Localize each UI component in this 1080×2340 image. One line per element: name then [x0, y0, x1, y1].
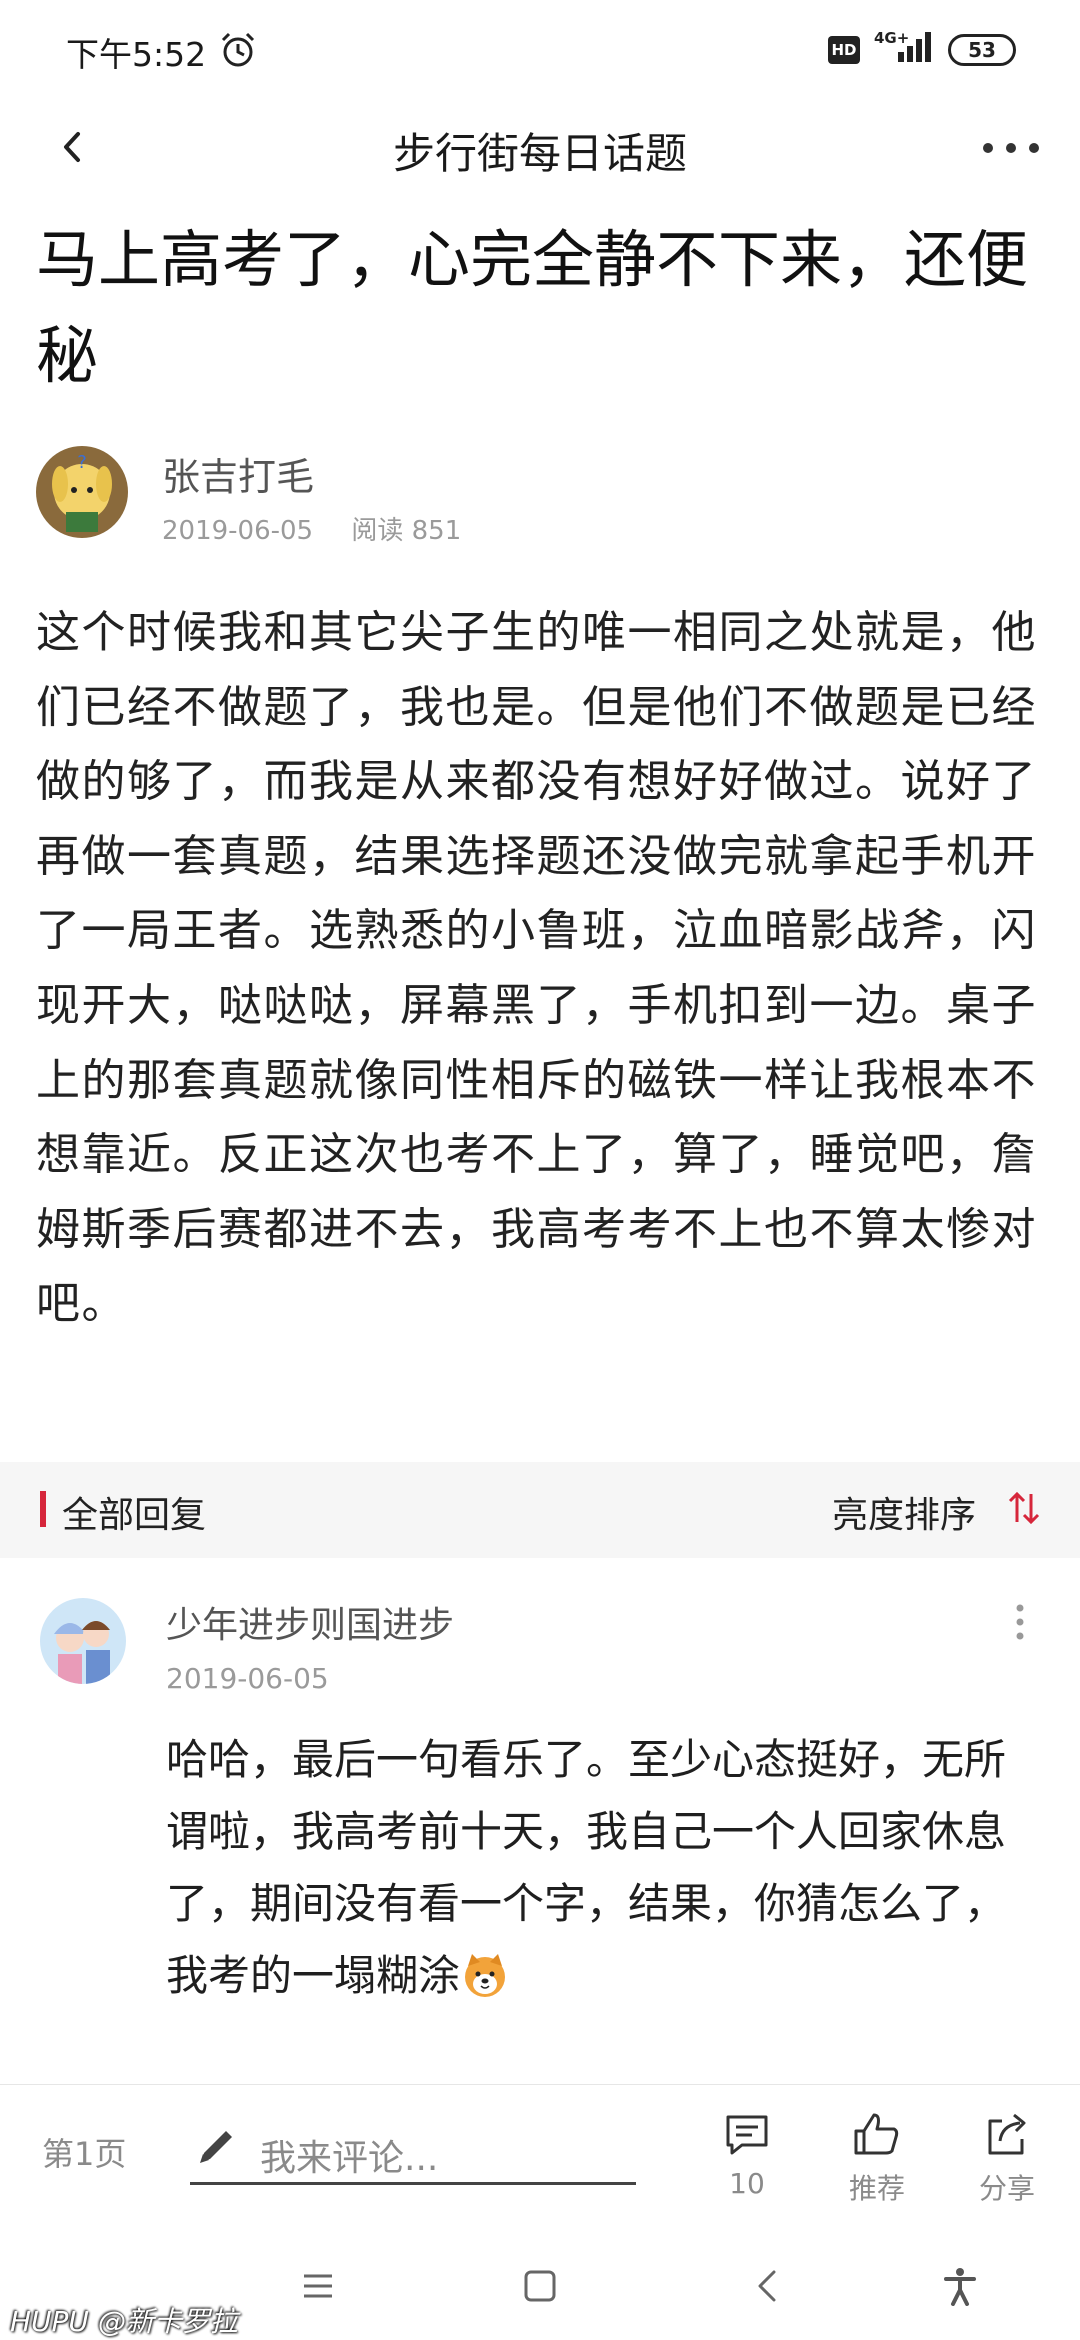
post-meta: 2019-06-05 阅读 851: [162, 510, 491, 547]
status-time: 下午5:52: [66, 35, 207, 74]
menu-icon[interactable]: [298, 2266, 338, 2306]
recommend-button[interactable]: 推荐: [832, 2107, 922, 2205]
post-title: 马上高考了，心完全静不下来，还便秘: [36, 223, 1029, 392]
comments-button[interactable]: 10: [702, 2107, 792, 2203]
more-icon[interactable]: [976, 128, 1046, 168]
share-label: 分享: [978, 2172, 1035, 2205]
accessibility-icon[interactable]: [940, 2266, 980, 2306]
bottom-action-bar: 第1页 我来评论... 10 推荐 分享: [0, 2084, 1080, 2210]
watermark: HUPU @新卡罗拉: [10, 2305, 238, 2338]
reply-username[interactable]: 少年进步则国进步: [166, 1596, 454, 1648]
reply-avatar[interactable]: [40, 1598, 126, 1684]
dog-emoji-icon: [465, 1954, 506, 1997]
share-button[interactable]: 分享: [962, 2107, 1052, 2205]
thumbs-up-icon: [854, 2113, 899, 2155]
nav-title: 步行街每日话题: [392, 129, 687, 178]
comments-count: 10: [729, 2167, 765, 2200]
author-name[interactable]: 张吉打毛: [162, 446, 314, 501]
comment-placeholder: 我来评论...: [260, 2138, 439, 2179]
reply-date: 2019-06-05: [166, 1662, 329, 1695]
battery-indicator: 53: [948, 34, 1016, 66]
comment-input[interactable]: 我来评论...: [190, 2113, 636, 2185]
signal-icon: [898, 32, 931, 62]
reply-text-content: 哈哈，最后一句看乐了。至少心态挺好，无所谓啦，我高考前十天，我自己一个人回家休息…: [166, 1735, 1007, 2000]
sort-icon[interactable]: [1004, 1488, 1044, 1528]
back-nav-icon[interactable]: [748, 2266, 788, 2306]
reply-more-icon[interactable]: [1008, 1600, 1032, 1644]
nav-bar: 步行街每日话题: [0, 100, 1080, 196]
comment-icon: [726, 2115, 768, 2155]
post-date: 2019-06-05: [162, 516, 314, 546]
sort-button[interactable]: 亮度排序: [832, 1486, 976, 1538]
page-indicator[interactable]: 第1页: [42, 2129, 126, 2175]
reply-text: 哈哈，最后一句看乐了。至少心态挺好，无所谓啦，我高考前十天，我自己一个人回家休息…: [166, 1724, 1046, 2012]
section-accent-bar: [40, 1491, 46, 1527]
replies-header: 全部回复 亮度排序: [0, 1462, 1080, 1558]
home-icon[interactable]: [520, 2266, 560, 2306]
hd-badge: HD: [828, 36, 860, 64]
recommend-label: 推荐: [848, 2172, 905, 2205]
pencil-icon: [200, 2131, 232, 2163]
post-body: 这个时候我和其它尖子生的唯一相同之处就是，他们已经不做题了，我也是。但是他们不做…: [36, 607, 1037, 1330]
share-icon: [988, 2113, 1026, 2155]
author-avatar[interactable]: ?: [36, 446, 128, 538]
post-read-count: 阅读 851: [351, 516, 462, 546]
svg-text:?: ?: [77, 452, 87, 473]
post-author: ? 张吉打毛 2019-06-05 阅读 851: [36, 446, 1036, 546]
alarm-icon: [221, 32, 255, 67]
replies-title: 全部回复: [62, 1495, 207, 1536]
status-bar: 下午5:52 HD 4G+ 53: [0, 0, 1080, 100]
reply-item: 少年进步则国进步 2019-06-05 哈哈，最后一句看乐了。至少心态挺好，无所…: [0, 1590, 1080, 2090]
